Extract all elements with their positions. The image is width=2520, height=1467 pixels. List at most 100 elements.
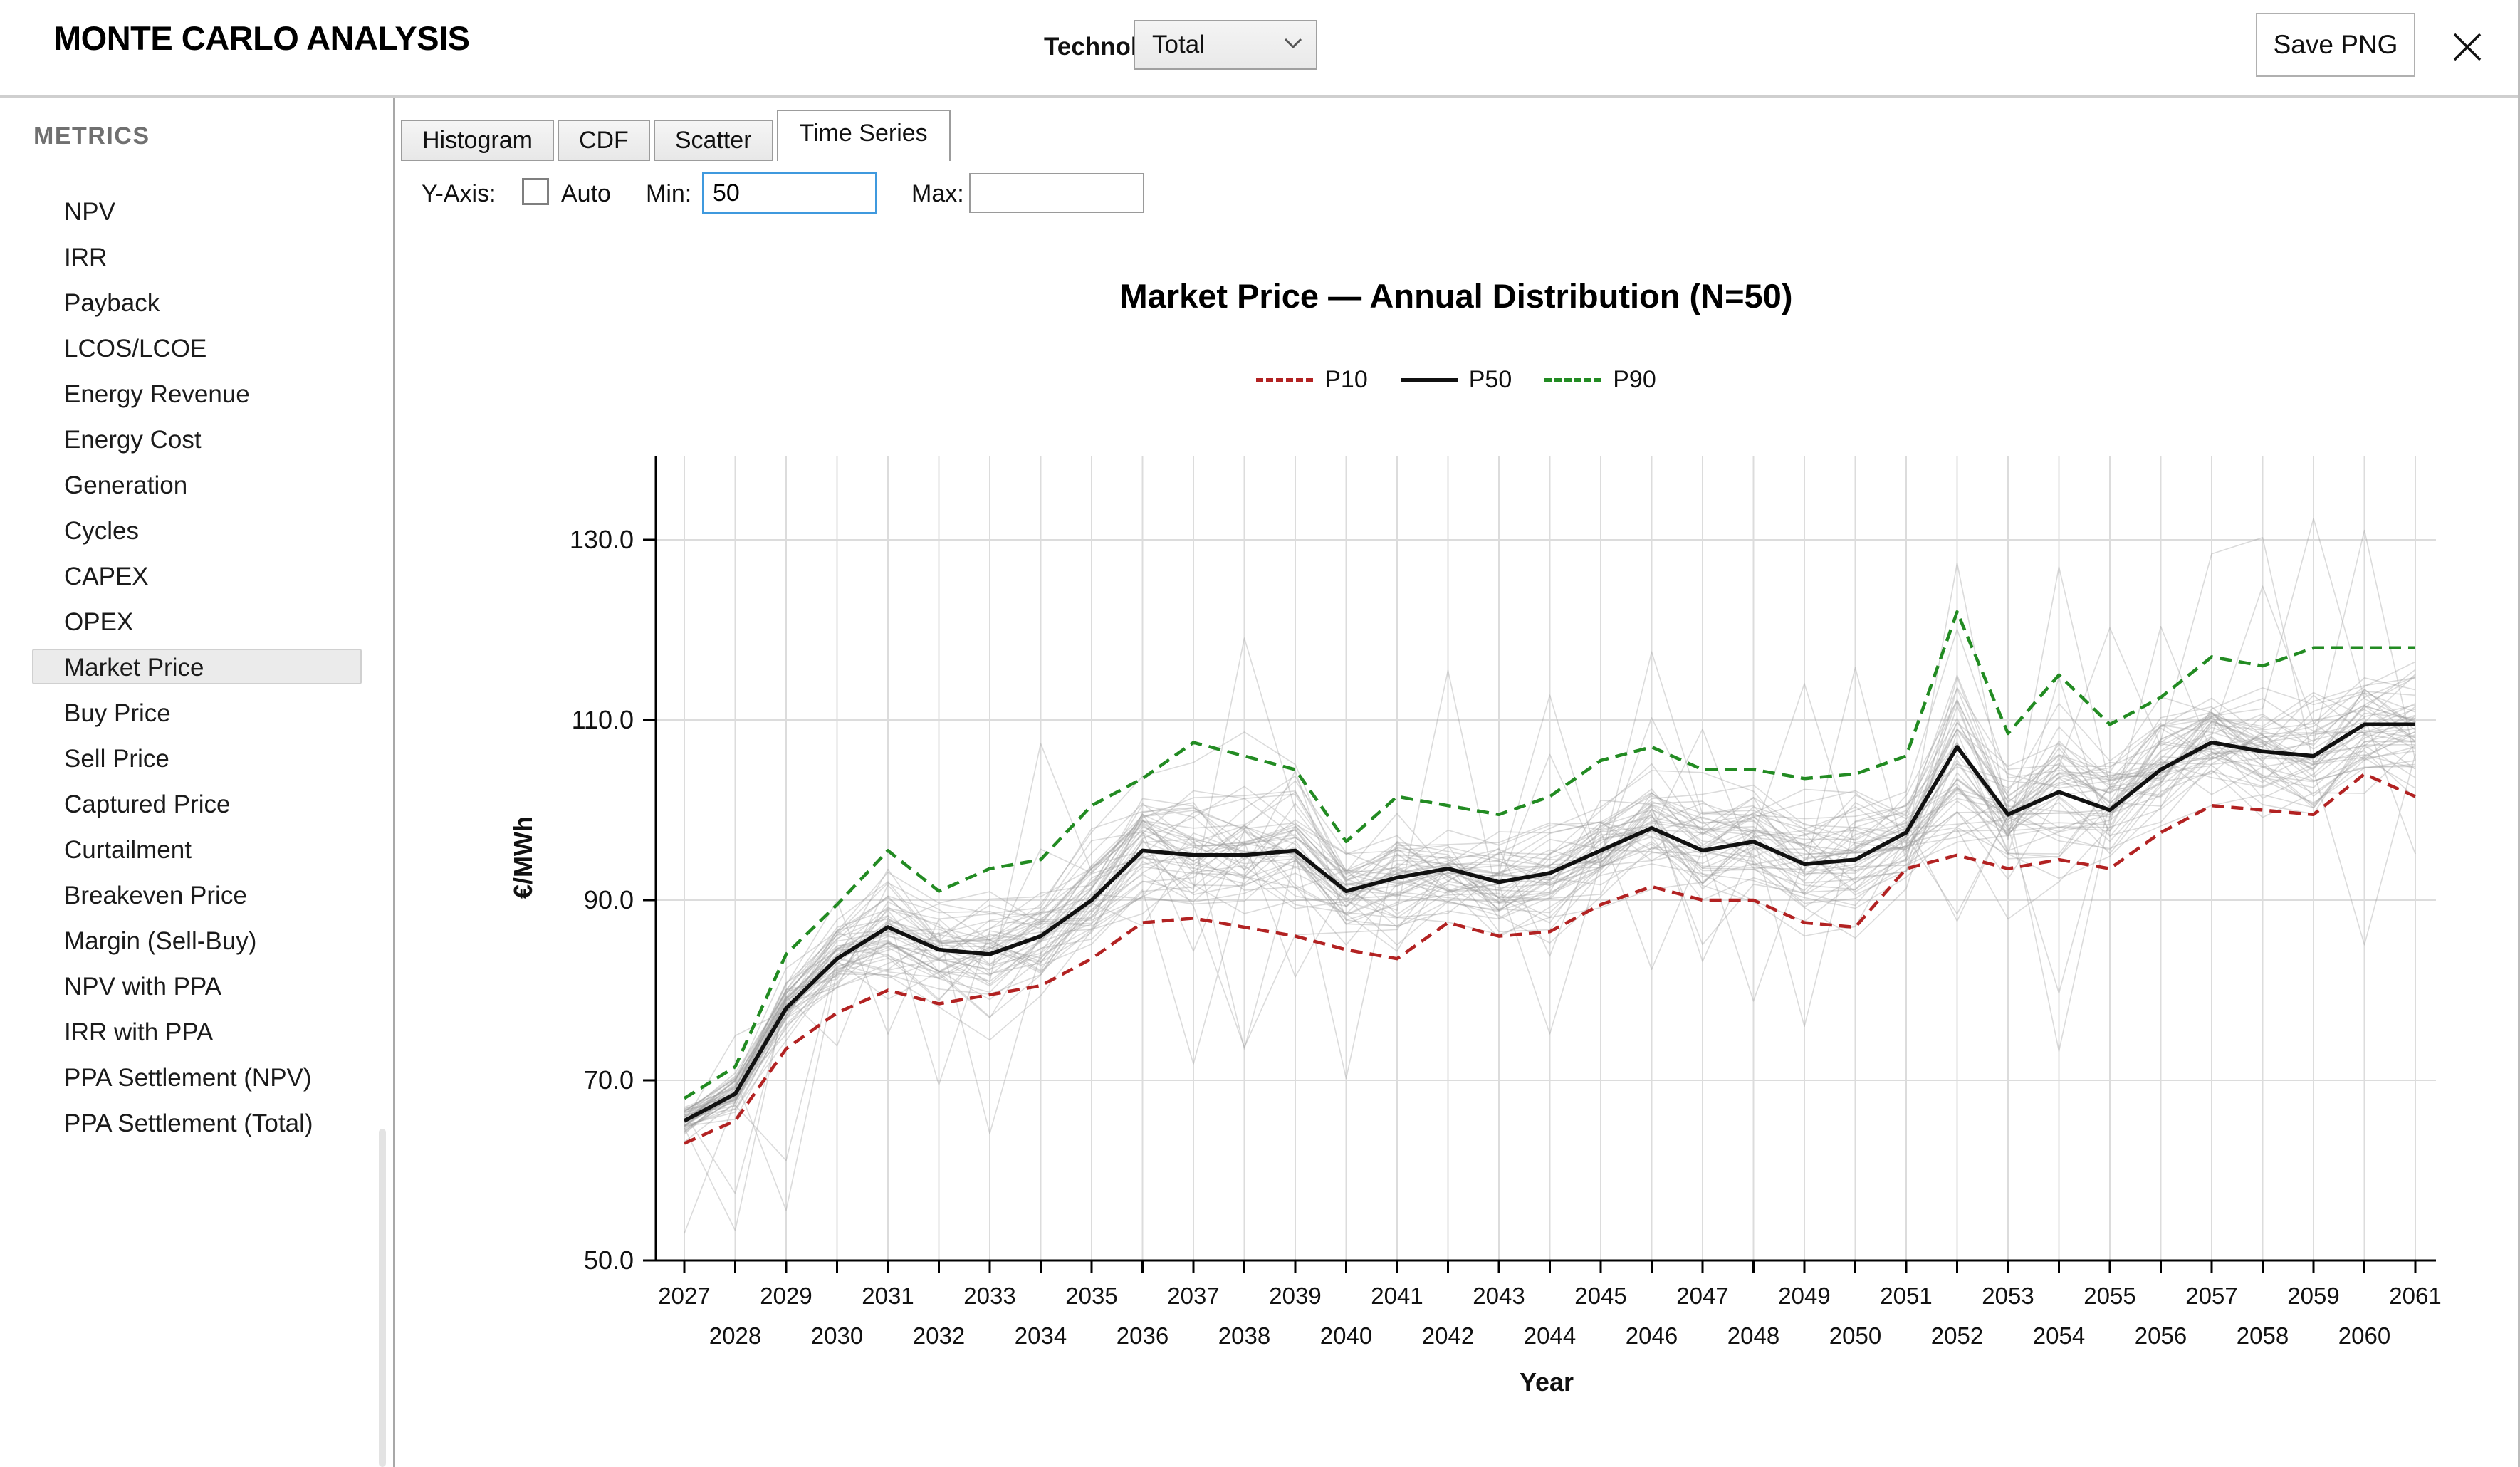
legend-label-p90: P90 <box>1613 366 1656 394</box>
y-axis-label: Y-Axis: <box>422 179 496 208</box>
x-tick-label: 2027 <box>634 1279 734 1313</box>
auto-checkbox[interactable] <box>522 178 549 205</box>
legend-label-p50: P50 <box>1469 366 1512 394</box>
max-input[interactable] <box>969 173 1144 213</box>
x-tick-label: 2028 <box>686 1319 785 1353</box>
p50-line-swatch <box>1401 378 1458 382</box>
tab-time-series[interactable]: Time Series <box>777 110 951 161</box>
legend-item-p90: P90 <box>1544 366 1656 394</box>
sidebar-item-energy-revenue[interactable]: Energy Revenue <box>32 375 362 411</box>
x-tick-label: 2055 <box>2060 1279 2160 1313</box>
save-png-label: Save PNG <box>2274 30 2398 60</box>
technology-selected-value: Total <box>1152 31 1283 59</box>
x-tick-label: 2039 <box>1245 1279 1345 1313</box>
x-tick-label: 2049 <box>1755 1279 1854 1313</box>
x-tick-label: 2044 <box>1500 1319 1600 1353</box>
sidebar-item-capex[interactable]: CAPEX <box>32 558 362 593</box>
x-tick-label: 2030 <box>788 1319 887 1353</box>
sidebar-item-curtailment[interactable]: Curtailment <box>32 831 362 867</box>
sidebar-item-margin-sell-buy-[interactable]: Margin (Sell-Buy) <box>32 922 362 958</box>
sidebar-item-cycles[interactable]: Cycles <box>32 512 362 548</box>
header-divider <box>0 95 2520 98</box>
sidebar-item-captured-price[interactable]: Captured Price <box>32 785 362 821</box>
x-tick-label: 2031 <box>838 1279 938 1313</box>
technology-select[interactable]: Total <box>1134 20 1317 70</box>
sidebar-item-npv-with-ppa[interactable]: NPV with PPA <box>32 968 362 1003</box>
sidebar-item-market-price[interactable]: Market Price <box>32 649 362 684</box>
sidebar-item-ppa-settlement-npv-[interactable]: PPA Settlement (NPV) <box>32 1059 362 1095</box>
tab-histogram[interactable]: Histogram <box>401 120 554 161</box>
sidebar-scrollbar[interactable] <box>379 1129 386 1467</box>
x-tick-label: 2041 <box>1347 1279 1447 1313</box>
sidebar-item-buy-price[interactable]: Buy Price <box>32 694 362 730</box>
y-tick-label: 130.0 <box>498 522 634 558</box>
legend-item-p50: P50 <box>1401 366 1512 394</box>
x-tick-label: 2056 <box>2111 1319 2211 1353</box>
sidebar-item-npv[interactable]: NPV <box>32 193 362 229</box>
x-tick-label: 2060 <box>2315 1319 2415 1353</box>
chevron-down-icon <box>1283 37 1303 53</box>
x-tick-label: 2057 <box>2162 1279 2262 1313</box>
app-title: MONTE CARLO ANALYSIS <box>53 19 470 58</box>
x-tick-label: 2042 <box>1398 1319 1498 1353</box>
x-tick-label: 2035 <box>1042 1279 1141 1313</box>
x-tick-label: 2052 <box>1908 1319 2007 1353</box>
legend-item-p10: P10 <box>1256 366 1368 394</box>
x-tick-label: 2048 <box>1704 1319 1804 1353</box>
x-tick-label: 2054 <box>2009 1319 2109 1353</box>
x-tick-label: 2043 <box>1449 1279 1549 1313</box>
x-tick-label: 2061 <box>2365 1279 2465 1313</box>
p10-line-swatch <box>1256 378 1313 382</box>
x-tick-label: 2040 <box>1297 1319 1396 1353</box>
sidebar-item-energy-cost[interactable]: Energy Cost <box>32 421 362 456</box>
sidebar-item-irr[interactable]: IRR <box>32 239 362 274</box>
x-tick-label: 2047 <box>1653 1279 1752 1313</box>
y-tick-label: 50.0 <box>498 1243 634 1278</box>
sidebar-item-lcos-lcoe[interactable]: LCOS/LCOE <box>32 330 362 365</box>
y-tick-label: 110.0 <box>498 702 634 738</box>
max-label: Max: <box>911 179 964 208</box>
x-tick-label: 2059 <box>2264 1279 2363 1313</box>
legend-label-p10: P10 <box>1324 366 1368 394</box>
x-tick-label: 2033 <box>940 1279 1040 1313</box>
sidebar-item-payback[interactable]: Payback <box>32 284 362 320</box>
tab-scatter[interactable]: Scatter <box>654 120 773 161</box>
min-label: Min: <box>646 179 691 208</box>
monte-carlo-analysis-window: MONTE CARLO ANALYSIS Technology: Total S… <box>0 0 2520 1467</box>
x-tick-label: 2053 <box>1958 1279 2058 1313</box>
min-input[interactable] <box>702 172 877 214</box>
p90-line-swatch <box>1544 378 1601 382</box>
x-tick-label: 2037 <box>1144 1279 1243 1313</box>
chart-title: Market Price — Annual Distribution (N=50… <box>851 276 2061 315</box>
x-tick-label: 2029 <box>736 1279 836 1313</box>
x-axis-title: Year <box>1475 1367 1618 1397</box>
x-tick-label: 2045 <box>1551 1279 1651 1313</box>
sidebar-item-generation[interactable]: Generation <box>32 466 362 502</box>
save-png-button[interactable]: Save PNG <box>2256 13 2415 77</box>
x-tick-label: 2034 <box>991 1319 1091 1353</box>
close-button[interactable] <box>2442 26 2492 68</box>
sidebar-item-opex[interactable]: OPEX <box>32 603 362 639</box>
chart-legend: P10 P50 P90 <box>1243 366 1670 394</box>
tab-strip: HistogramCDFScatterTime Series <box>401 110 951 161</box>
x-tick-label: 2036 <box>1093 1319 1193 1353</box>
x-tick-label: 2046 <box>1602 1319 1702 1353</box>
metrics-list: NPV IRR Payback LCOS/LCOE Energy Revenue Ener… <box>32 193 362 1150</box>
tab-cdf[interactable]: CDF <box>558 120 650 161</box>
sidebar-item-irr-with-ppa[interactable]: IRR with PPA <box>32 1013 362 1049</box>
y-axis-title: €/MWh <box>508 786 538 929</box>
sidebar-divider <box>393 98 395 1467</box>
x-tick-label: 2051 <box>1856 1279 1956 1313</box>
x-tick-label: 2050 <box>1806 1319 1905 1353</box>
close-icon <box>2451 31 2484 63</box>
sidebar-item-breakeven-price[interactable]: Breakeven Price <box>32 877 362 912</box>
x-tick-label: 2058 <box>2213 1319 2313 1353</box>
metrics-heading: METRICS <box>33 122 150 150</box>
time-series-plot <box>627 449 2464 1282</box>
auto-label: Auto <box>561 179 611 208</box>
sidebar-item-ppa-settlement-total-[interactable]: PPA Settlement (Total) <box>32 1105 362 1140</box>
x-tick-label: 2032 <box>889 1319 989 1353</box>
y-tick-label: 70.0 <box>498 1063 634 1098</box>
sidebar-item-sell-price[interactable]: Sell Price <box>32 740 362 776</box>
x-tick-label: 2038 <box>1195 1319 1295 1353</box>
